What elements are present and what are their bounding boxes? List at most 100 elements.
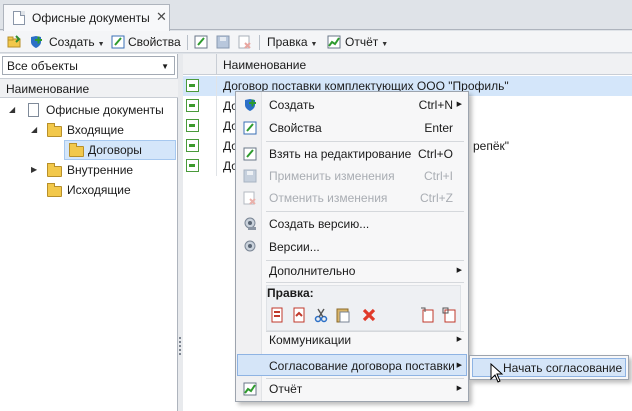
- tree-item-incoming[interactable]: ◢ Входящие: [0, 120, 176, 140]
- menu-item-label: Отчёт: [269, 382, 303, 396]
- expand-arrow-icon[interactable]: ◢: [31, 120, 37, 140]
- cancel-changes-icon[interactable]: [238, 35, 252, 49]
- splitter-grip[interactable]: [179, 337, 182, 355]
- submenu-arrow-icon: ▶: [456, 362, 462, 369]
- properties-button[interactable]: Свойства: [111, 34, 181, 51]
- chevron-down-icon: ▼: [97, 41, 105, 48]
- document-status-icon: [186, 159, 199, 172]
- menu-item-create[interactable]: Создать Ctrl+N ▶: [237, 94, 467, 116]
- tree-item-label: Внутренние: [67, 163, 134, 177]
- menu-item-cancel-changes: Отменить изменения Ctrl+Z: [237, 187, 467, 209]
- edit-menu-button[interactable]: Правка ▼: [267, 34, 317, 51]
- paste-icon[interactable]: [336, 307, 350, 323]
- copy-document-icon[interactable]: [270, 307, 284, 323]
- properties-button-label: Свойства: [128, 35, 181, 49]
- menu-item-label: Согласование договора поставки: [269, 359, 455, 373]
- open-folder-icon[interactable]: [7, 35, 21, 49]
- folder-icon: [47, 123, 62, 137]
- folder-icon: [47, 163, 62, 177]
- expand-arrow-icon[interactable]: ◢: [9, 100, 15, 120]
- link-document-icon[interactable]: [442, 307, 456, 323]
- menu-item-shortcut: Ctrl+N: [418, 98, 453, 112]
- collapse-arrow-icon[interactable]: ▶: [31, 160, 37, 180]
- folder-icon: [47, 183, 62, 197]
- document-status-icon: [186, 79, 199, 92]
- save-icon: [243, 169, 257, 183]
- tree-column-header[interactable]: Наименование: [0, 78, 178, 98]
- menu-item-additional[interactable]: Дополнительно ▶: [237, 260, 467, 282]
- grid-icon-column-header: [183, 54, 217, 75]
- cut-icon[interactable]: [314, 307, 328, 323]
- menu-item-contract-approval[interactable]: Согласование договора поставки ▶: [237, 354, 467, 376]
- document-icon: [13, 11, 25, 25]
- report-chart-icon: [327, 35, 341, 49]
- menu-item-label: Начать согласование: [503, 361, 623, 375]
- move-document-icon[interactable]: [420, 307, 434, 323]
- tree-column-header-label: Наименование: [6, 82, 90, 96]
- document-status-icon: [186, 139, 199, 152]
- menu-item-label: Отменить изменения: [269, 191, 388, 205]
- mouse-cursor-icon: [490, 363, 504, 383]
- menu-divider: [266, 211, 464, 212]
- menu-item-label: Создать: [269, 98, 315, 112]
- edit-icon[interactable]: [194, 35, 208, 49]
- delete-icon[interactable]: [362, 307, 376, 323]
- grid-column-header-label: Наименование: [223, 58, 307, 72]
- grid-column-header[interactable]: Наименование: [183, 54, 632, 75]
- report-button[interactable]: Отчёт ▼: [327, 34, 388, 51]
- tree-item-contracts[interactable]: Договоры: [64, 140, 176, 160]
- edit-icon: [243, 147, 257, 161]
- tree-item-outgoing[interactable]: Исходящие: [0, 180, 176, 200]
- toolbar-divider: [259, 35, 260, 50]
- context-menu: Создать Ctrl+N ▶ Свойства Enter Взять на…: [235, 91, 469, 402]
- toolbar-divider: [187, 35, 188, 50]
- menu-item-shortcut: Enter: [424, 121, 453, 135]
- save-icon[interactable]: [216, 35, 230, 49]
- menu-item-versions[interactable]: Версии...: [237, 236, 467, 258]
- create-button[interactable]: Создать ▼: [29, 34, 105, 51]
- navigation-panel: Все объекты ▼ Наименование ◢ Офисные док…: [0, 54, 178, 411]
- menu-divider: [266, 141, 464, 142]
- menu-item-report[interactable]: Отчёт ▶: [237, 378, 467, 400]
- edit-actions-group: Правка:: [266, 285, 461, 331]
- menu-item-label: Свойства: [269, 121, 322, 135]
- menu-item-apply-changes: Применить изменения Ctrl+I: [237, 165, 467, 187]
- submenu-arrow-icon: ▶: [456, 101, 462, 108]
- edit-group-label: Правка:: [267, 286, 314, 300]
- tree-item-label: Офисные документы: [46, 103, 164, 117]
- copy-link-icon[interactable]: [292, 307, 306, 323]
- menu-item-check-out[interactable]: Взять на редактирование Ctrl+O: [237, 143, 467, 165]
- report-button-label: Отчёт: [345, 35, 379, 49]
- menu-item-label: Взять на редактирование: [269, 147, 412, 161]
- menu-item-communications[interactable]: Коммуникации ▶: [237, 329, 467, 351]
- tree-item-label: Входящие: [67, 123, 124, 137]
- tree-item-internal[interactable]: ▶ Внутренние: [0, 160, 176, 180]
- close-tab-icon[interactable]: ✕: [156, 9, 167, 25]
- tree-item-office-documents[interactable]: ◢ Офисные документы: [0, 100, 176, 120]
- object-filter-value: Все объекты: [7, 59, 78, 73]
- menu-item-properties[interactable]: Свойства Enter: [237, 117, 467, 139]
- menu-item-create-version[interactable]: Создать версию...: [237, 213, 467, 235]
- menu-item-label: Создать версию...: [269, 217, 370, 231]
- document-icon: [28, 103, 39, 117]
- tab-office-documents[interactable]: Офисные документы ✕: [3, 4, 170, 31]
- chevron-down-icon[interactable]: ▼: [161, 62, 169, 71]
- tree-item-label: Исходящие: [67, 183, 131, 197]
- menu-item-shortcut: Ctrl+O: [417, 147, 453, 161]
- object-filter-select[interactable]: Все объекты ▼: [2, 56, 175, 75]
- create-button-label: Создать: [49, 35, 95, 49]
- shield-add-icon: [245, 99, 256, 111]
- cancel-changes-icon: [243, 191, 256, 205]
- menu-item-label: Дополнительно: [269, 264, 356, 278]
- document-status-icon: [186, 99, 199, 112]
- row-name-tail: репёк": [473, 139, 510, 153]
- menu-item-shortcut: Ctrl+Z: [420, 191, 453, 205]
- tree-item-label: Договоры: [88, 143, 142, 157]
- menu-item-label: Версии...: [269, 240, 320, 254]
- toolbar: Создать ▼ Свойства Правка ▼ Отчёт ▼: [0, 31, 632, 53]
- edit-menu-label: Правка: [267, 35, 308, 49]
- versions-icon: [244, 240, 256, 252]
- submenu-arrow-icon: ▶: [456, 267, 462, 274]
- version-icon: [244, 217, 256, 230]
- shield-add-icon: [31, 36, 42, 48]
